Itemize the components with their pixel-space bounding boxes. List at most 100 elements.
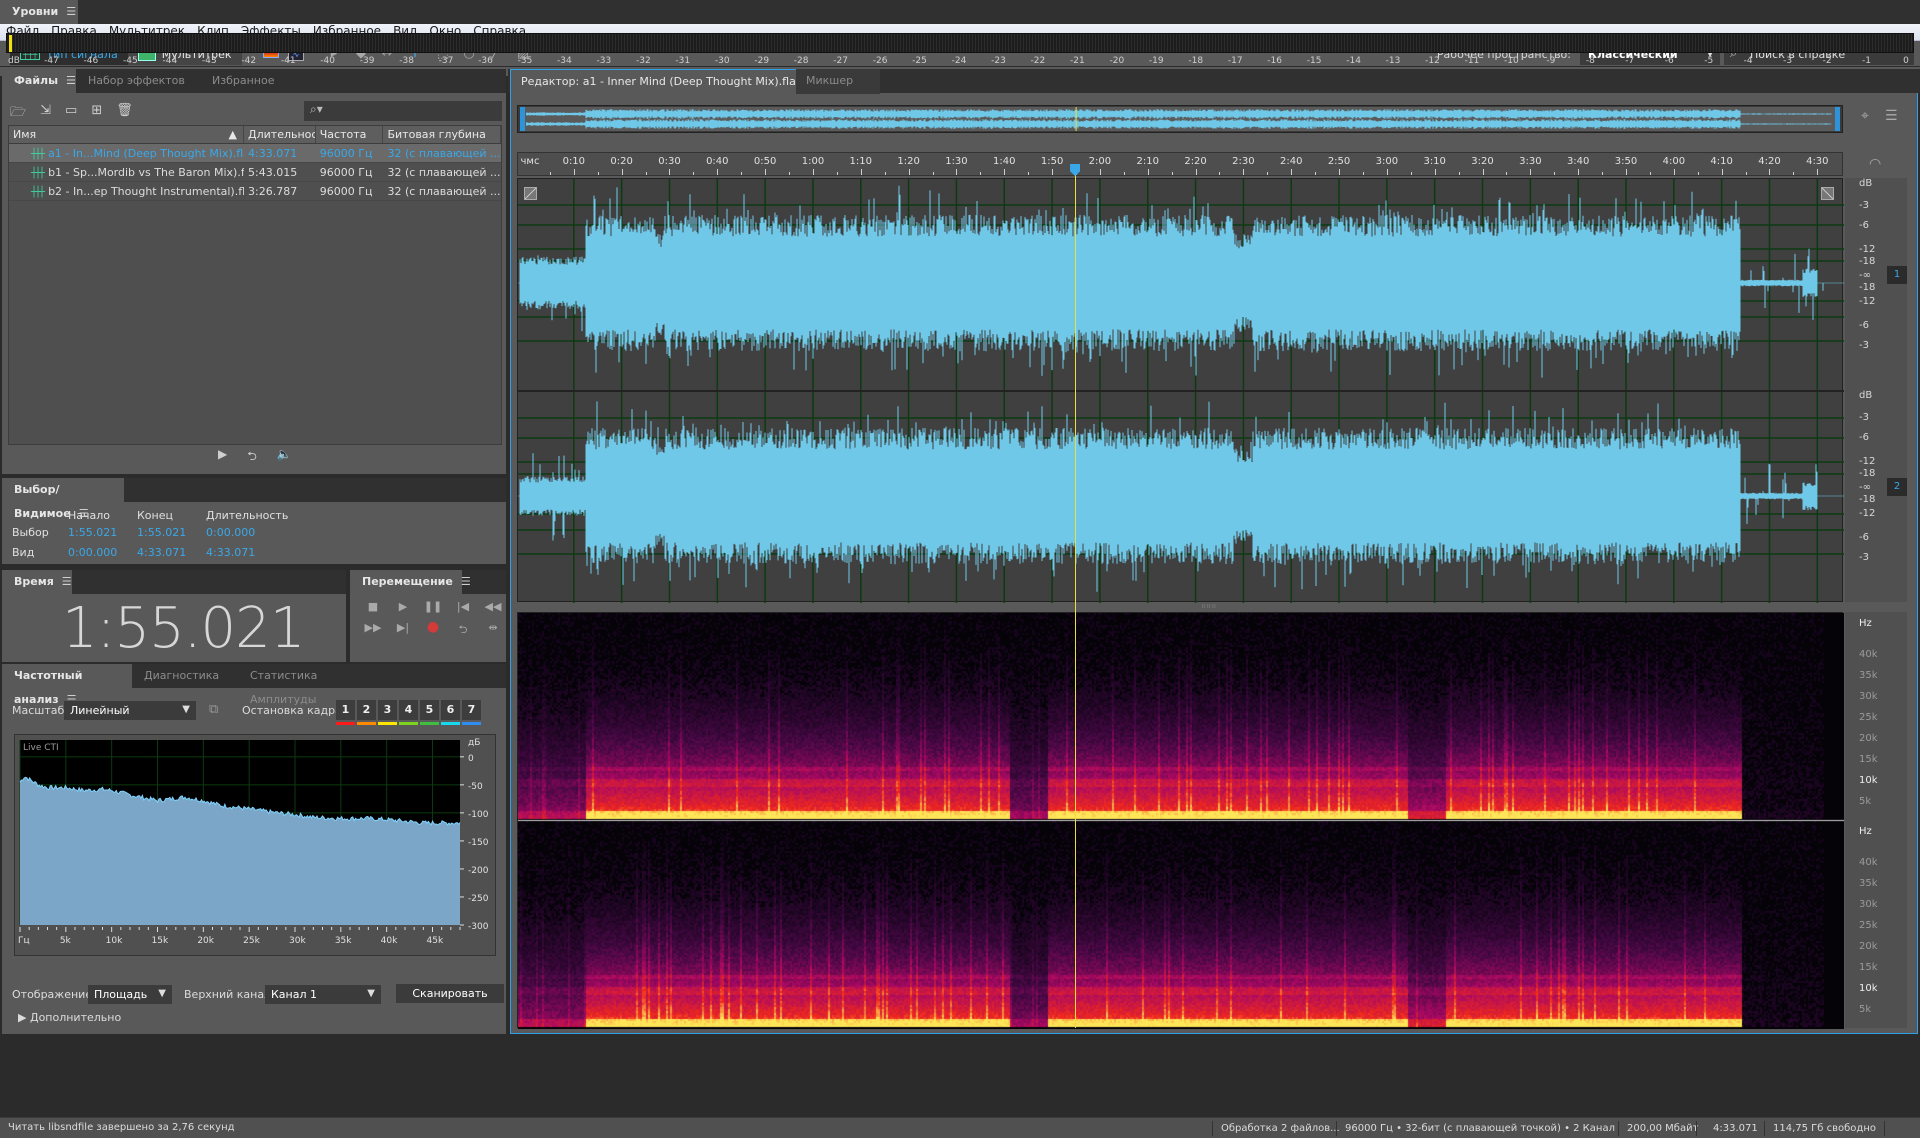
hold-color-swatch	[420, 722, 439, 725]
fast-forward-icon[interactable]: ▶▶	[358, 621, 388, 640]
level-scale-label: -38	[399, 56, 414, 66]
tab-frequency-analysis[interactable]: Частотный анализ ☰	[2, 664, 132, 706]
file-bits: 32 (с плавающей ...	[387, 184, 501, 198]
tab-time[interactable]: Время ☰	[2, 570, 72, 594]
column-rate[interactable]: Частота	[316, 126, 384, 143]
hold-button-2[interactable]: 2	[357, 700, 376, 720]
hold-button-1[interactable]: 1	[336, 700, 355, 720]
column-bit-depth[interactable]: Битовая глубина	[383, 126, 502, 143]
import-file-icon[interactable]: ⇲	[40, 103, 51, 125]
play-icon[interactable]: ▶	[218, 447, 227, 468]
overview-navigator[interactable]	[517, 105, 1843, 133]
scale-select[interactable]: Линейный ▼	[64, 701, 196, 720]
ruler-label: 2:30	[1232, 156, 1255, 167]
ruler-tick	[1530, 169, 1532, 175]
skip-selection-icon[interactable]: ⇹	[478, 621, 508, 640]
ruler-label: 2:10	[1136, 156, 1159, 167]
chevron-down-icon: ▼	[367, 988, 375, 999]
loop-icon[interactable]: ⮌	[247, 447, 257, 468]
column-duration[interactable]: Длительнос...	[244, 126, 316, 143]
file-row[interactable]: ┼┼┼ b1 - Sp...Mordib vs The Baron Mix).fl…	[9, 163, 501, 182]
hold-button-3[interactable]: 3	[378, 700, 397, 720]
fade-out-handle[interactable]	[1821, 187, 1834, 200]
search-icon: ⌕▾	[310, 102, 323, 116]
level-meter-scale: dB -47 -46 -45 -44 -43 -42 -41 -40 -39 -38 -37 -36 -3…	[0, 56, 1920, 74]
splitter-handle[interactable]: ⠶⠶⠶	[1201, 603, 1225, 610]
hold-label: Остановка кадра:	[242, 704, 346, 717]
editor-panel: ⌖ ☰ чмс 0:10 0:20 0:30 0:40 0:50 1:00 1:10 1:20 1…	[510, 69, 1918, 1034]
tab-levels[interactable]: Уровни ☰	[0, 0, 78, 24]
rewind-icon[interactable]: ◀◀	[478, 600, 508, 613]
file-row[interactable]: ┼┼┼ a1 - In...Mind (Deep Thought Mix).fla…	[9, 144, 501, 163]
files-search-input[interactable]: ⌕▾	[304, 101, 502, 121]
auto-play-icon[interactable]: 🔈	[277, 447, 292, 468]
ruler-tick	[1482, 169, 1484, 175]
selection-start[interactable]: 1:55.021	[68, 526, 137, 539]
panel-menu-icon[interactable]: ☰	[66, 74, 76, 87]
spectrogram-display[interactable]	[517, 612, 1844, 1029]
hold-button-5[interactable]: 5	[420, 700, 439, 720]
level-scale-label: -27	[833, 56, 848, 66]
db-label: -6	[1859, 432, 1869, 443]
file-name: b1 - Sp...Mordib vs The Baron Mix).flac	[48, 165, 245, 179]
insert-into-multitrack-icon[interactable]: ⊞	[91, 103, 102, 125]
waveform-display[interactable]	[517, 178, 1844, 603]
file-row[interactable]: ┼┼┼ b2 - In...ep Thought Instrumental).fl…	[9, 182, 501, 201]
header-start: Начало	[68, 508, 111, 522]
ruler-tick	[789, 172, 791, 175]
selection-duration[interactable]: 0:00.000	[206, 526, 275, 539]
new-file-icon[interactable]: ▭	[65, 103, 77, 125]
tab-diagnostics[interactable]: Диагностика	[132, 664, 236, 688]
column-name[interactable]: Имя ▲	[9, 126, 245, 143]
record-icon[interactable]: ●	[418, 620, 448, 640]
tab-transport[interactable]: Перемещение ☰	[350, 570, 471, 594]
channel-2-toggle[interactable]: 2	[1887, 478, 1907, 496]
loop-icon[interactable]: ⮌	[448, 621, 478, 640]
level-scale-label: -32	[635, 56, 651, 66]
hold-button-6[interactable]: 6	[441, 700, 460, 720]
pause-icon[interactable]: ❚❚	[418, 600, 448, 613]
zoom-navigator-icon[interactable]: ⌖	[1861, 108, 1869, 124]
fade-in-handle[interactable]	[524, 187, 537, 200]
channel-select[interactable]: Канал 1 ▼	[265, 985, 381, 1004]
scale-value: Линейный	[70, 704, 130, 717]
channel-1-toggle[interactable]: 1	[1887, 266, 1907, 284]
go-to-start-icon[interactable]: |◀	[448, 600, 478, 613]
delete-icon[interactable]: 🗑	[116, 103, 133, 125]
level-scale-label: -30	[714, 56, 730, 66]
panel-menu-icon[interactable]: ☰	[66, 5, 76, 18]
status-bar: Читать libsndfile завершено за 2,76 секу…	[0, 1117, 1920, 1138]
levels-panel: Уровни ☰ dB -47 -46 -45 -44 -43 -42 -41 -40 -39 -38…	[0, 0, 1920, 76]
play-icon[interactable]: ▶	[388, 600, 418, 613]
tab-amplitude-statistics[interactable]: Статистика Амплитуды	[238, 664, 392, 706]
view-duration[interactable]: 4:33.071	[206, 546, 275, 559]
panel-menu-icon[interactable]: ☰	[62, 575, 72, 588]
track-list-icon[interactable]: ☰	[1885, 108, 1898, 124]
view-end[interactable]: 4:33.071	[137, 546, 206, 559]
level-scale-label: -22	[1030, 56, 1046, 66]
stop-icon[interactable]: ■	[358, 600, 388, 613]
hold-button-4[interactable]: 4	[399, 700, 418, 720]
advanced-toggle[interactable]: ▶ Дополнительно	[18, 1011, 121, 1024]
view-start[interactable]: 0:00.000	[68, 546, 137, 559]
open-file-icon[interactable]: 🗁	[10, 103, 26, 125]
level-scale-label: -16	[1267, 56, 1283, 66]
time-ruler[interactable]: чмс 0:10 0:20 0:30 0:40 0:50 1:00 1:10 1:20 1:30 1…	[517, 152, 1843, 176]
db-label: -3	[1859, 340, 1869, 351]
go-to-end-icon[interactable]: ▶|	[388, 621, 418, 640]
display-select[interactable]: Площадь ▼	[88, 985, 172, 1004]
header-end: Конец	[137, 508, 173, 522]
copy-to-clipboard-icon[interactable]: ⧉	[209, 702, 218, 717]
headphones-icon[interactable]: ◠	[1869, 156, 1881, 172]
scan-button[interactable]: Сканировать	[396, 984, 504, 1003]
amplitude-axis: dB -3 -6 -12 -18 -∞ -18 -12 -6 -3 1 dB -3 -6 -12 -18 -∞ -…	[1845, 178, 1907, 602]
selection-end[interactable]: 1:55.021	[137, 526, 206, 539]
db-label: -12	[1859, 456, 1876, 467]
playhead[interactable]	[1075, 165, 1077, 1028]
hold-color-swatch	[462, 722, 481, 725]
tab-selection-view[interactable]: Выбор/Видимое ☰	[2, 478, 124, 520]
panel-menu-icon[interactable]: ☰	[461, 575, 471, 588]
hold-button-7[interactable]: 7	[462, 700, 481, 720]
hz-label: 5k	[1859, 1004, 1872, 1015]
x-tick-label: 10k	[106, 936, 123, 946]
